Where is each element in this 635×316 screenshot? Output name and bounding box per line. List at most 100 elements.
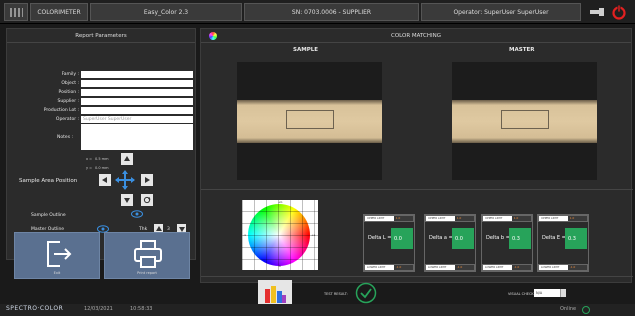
test-pass-check-icon <box>355 282 377 304</box>
y-label: y = <box>86 166 93 170</box>
object-label: Object : <box>61 81 79 86</box>
footer-buttons: Exit Print report <box>6 232 196 284</box>
notes-label: Notes : <box>57 135 73 140</box>
family-row: Family : <box>7 71 197 79</box>
refresh-icon <box>143 196 151 204</box>
sample-outline-eye-icon[interactable] <box>131 210 143 218</box>
upper-limit-value: 1.0 <box>454 216 474 221</box>
delta-a-value: 0.0 <box>452 228 474 249</box>
panel-title: Report Parameters <box>7 29 195 43</box>
arrow-up-icon <box>124 156 130 161</box>
supplier-input[interactable] <box>81 98 193 105</box>
sample-outline-label: Sample Outline <box>31 213 66 218</box>
operator-row: Operator : SuperUser SuperUser <box>7 116 197 124</box>
wheel-label-bottom: -b <box>278 264 281 268</box>
lower-limit-value: -1.0 <box>454 265 474 270</box>
wheel-label-left: -a <box>243 233 246 237</box>
lower-limit-value: -1.0 <box>393 265 413 270</box>
color-matching-header: COLOR MATCHING <box>201 29 631 43</box>
bottom-divider <box>201 276 633 277</box>
delta-l-label: Delta L = <box>368 235 392 241</box>
supplier-label: Supplier : <box>57 99 80 104</box>
move-left-button[interactable] <box>99 174 111 186</box>
master-area-outline <box>501 110 549 129</box>
x-label: x = <box>86 157 93 161</box>
power-icon[interactable] <box>611 4 627 20</box>
wheel-label-right: +a <box>311 233 316 237</box>
top-bar: COLORIMETER Easy_Color 2.3 SN: 0703.0006… <box>0 0 635 24</box>
upper-limit-label: UPPER LIMIT <box>365 216 394 221</box>
master-title: MASTER <box>509 47 535 53</box>
lower-limit-label: LOWER LIMIT <box>539 265 568 270</box>
family-input[interactable] <box>81 71 193 78</box>
delta-b-label: Delta b = <box>486 235 510 241</box>
arrow-right-icon <box>145 177 150 183</box>
wheel-label-top: +b <box>278 200 283 204</box>
delta-l-value: 0.0 <box>391 228 413 249</box>
lower-limit-label: LOWER LIMIT <box>426 265 455 270</box>
color-palette-icon <box>209 32 217 40</box>
status-time: 10:58:33 <box>130 306 153 312</box>
supplier-row: Supplier : <box>7 98 197 106</box>
y-value: 0.0 mm <box>95 166 109 170</box>
color-wheel-plot: +b -a +a -b <box>242 200 318 270</box>
visual-check-label: VISUAL CHECK: <box>508 292 535 296</box>
upper-limit-value: 1.0 <box>511 216 531 221</box>
family-label: Family : <box>61 72 79 77</box>
connection-status: Online <box>560 306 577 312</box>
production-lot-input[interactable] <box>81 107 193 114</box>
move-cross-icon[interactable] <box>115 170 135 190</box>
test-result-label: TEST RESULT: <box>324 292 348 296</box>
status-date: 12/03/2021 <box>84 306 113 312</box>
printer-icon <box>134 240 162 268</box>
recipe-name: Easy_Color 2.3 <box>90 3 242 21</box>
delta-a-card: UPPER LIMIT 1.0 Delta a = 0.0 LOWER LIMIT… <box>424 214 476 272</box>
position-label: Position : <box>58 90 79 95</box>
upper-limit-label: UPPER LIMIT <box>426 216 455 221</box>
upper-limit-value: 1.0 <box>567 216 587 221</box>
sample-area-position-label: Sample Area Position <box>19 178 78 184</box>
exit-button[interactable]: Exit <box>14 232 100 279</box>
print-report-button[interactable]: Print report <box>104 232 190 279</box>
production-lot-row: Production Lot : <box>7 107 197 115</box>
report-parameters-panel: Report Parameters Family : Object : Posi… <box>6 28 196 260</box>
print-report-label: Print report <box>137 271 157 275</box>
key-icon[interactable] <box>590 6 604 18</box>
move-right-button[interactable] <box>141 174 153 186</box>
color-matching-panel: COLOR MATCHING SAMPLE MASTER +b -a +a -b… <box>200 28 633 283</box>
brand-logo: SPECTRO·COLOR <box>6 305 64 312</box>
delta-e-card: UPPER LIMIT 1.0 Delta E = 0.3 LOWER LIMIT… <box>537 214 589 272</box>
object-row: Object : <box>7 80 197 88</box>
lower-limit-label: LOWER LIMIT <box>365 265 394 270</box>
delta-l-card: UPPER LIMIT 1.0 Delta L = 0.0 LOWER LIMIT… <box>363 214 415 272</box>
app-logo-icon <box>4 3 28 21</box>
serial-number: SN: 0703.0006 - SUPPLIER <box>244 3 419 21</box>
move-down-button[interactable] <box>121 194 133 206</box>
sample-title: SAMPLE <box>293 47 318 53</box>
visual-check-select[interactable]: N/A <box>534 289 566 297</box>
status-bar: SPECTRO·COLOR 12/03/2021 10:58:33 Online <box>0 304 635 316</box>
move-up-button[interactable] <box>121 153 133 165</box>
visual-check-value: N/A <box>536 291 543 295</box>
color-swatch-icon <box>265 286 286 303</box>
section-divider <box>201 189 633 190</box>
lower-limit-value: -1.0 <box>511 265 531 270</box>
x-value: 0.5 mm <box>95 157 109 161</box>
delta-e-value: 0.3 <box>565 228 587 249</box>
operator-input[interactable]: SuperUser SuperUser <box>81 116 193 123</box>
lower-limit-value: -1.0 <box>567 265 587 270</box>
lower-limit-label: LOWER LIMIT <box>483 265 512 270</box>
upper-limit-label: UPPER LIMIT <box>539 216 568 221</box>
reset-position-button[interactable] <box>141 194 153 206</box>
exit-label: Exit <box>53 271 61 275</box>
exit-icon <box>47 241 72 267</box>
position-input[interactable] <box>81 89 193 96</box>
arrow-left-icon <box>102 177 107 183</box>
operator-label: Operator : <box>55 117 79 122</box>
delta-b-value: 0.3 <box>509 228 531 249</box>
object-input[interactable] <box>81 80 193 87</box>
sample-area-outline <box>286 110 334 129</box>
delta-e-label: Delta E = <box>542 235 566 241</box>
notes-input[interactable] <box>81 124 193 150</box>
operator-name: Operator: SuperUser SuperUser <box>421 3 581 21</box>
